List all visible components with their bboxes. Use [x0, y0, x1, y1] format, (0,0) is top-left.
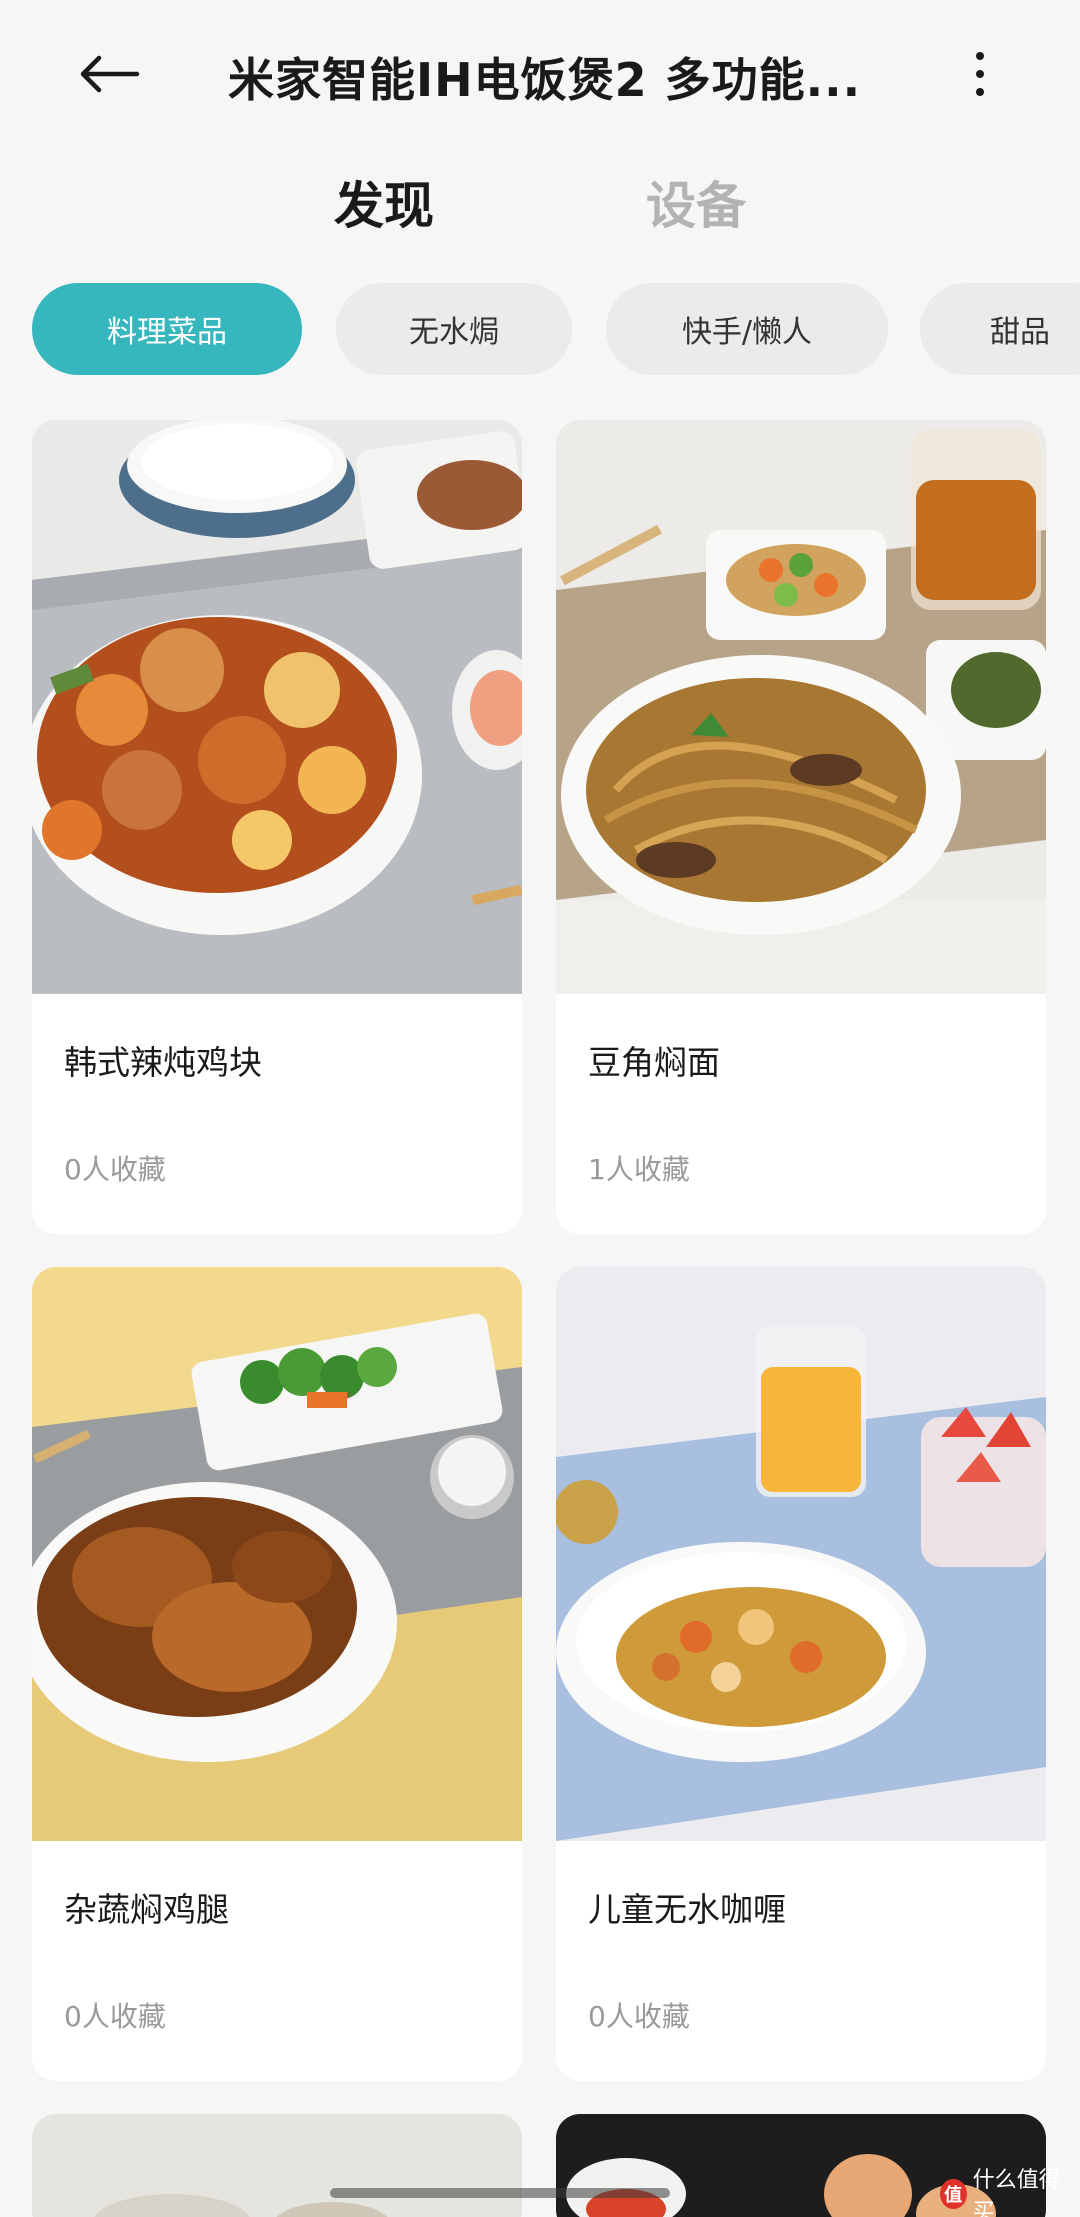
page-title: 米家智能IH电饭煲2 多功能...	[228, 53, 862, 107]
recipe-title: 杂蔬焖鸡腿	[64, 1890, 229, 1929]
watermark: 值 什么值得买	[940, 2168, 1070, 2217]
recipe-image	[32, 2114, 522, 2217]
favorite-count: 0人收藏	[64, 2000, 166, 2033]
recipe-title: 豆角焖面	[588, 1043, 720, 1082]
favorite-count: 0人收藏	[64, 1153, 166, 1186]
more-vertical-icon	[976, 52, 984, 60]
favorite-count: 1人收藏	[588, 1153, 690, 1186]
back-button[interactable]	[64, 36, 154, 112]
recipe-image	[556, 420, 1046, 994]
recipe-title: 韩式辣炖鸡块	[64, 1043, 262, 1082]
watermark-text: 什么值得买	[972, 2168, 1061, 2217]
chip-cuisine[interactable]: 料理菜品	[32, 283, 302, 375]
recipe-card[interactable]: 韩式辣炖鸡块 0人收藏	[32, 420, 522, 1234]
recipe-image	[32, 420, 522, 994]
recipe-card[interactable]: 杂蔬焖鸡腿 0人收藏	[32, 1267, 522, 2081]
recipe-discover-screen: 米家智能IH电饭煲2 多功能... 发现 设备 料理菜品 无水焗 快手/懒人 甜…	[0, 0, 1080, 2217]
arrow-left-icon	[80, 55, 140, 93]
watermark-logo-icon: 值	[940, 2179, 967, 2209]
recipe-card[interactable]: 豆角焖面 1人收藏	[556, 420, 1046, 1234]
chip-waterless-bake[interactable]: 无水焗	[336, 283, 572, 375]
favorite-count: 0人收藏	[588, 2000, 690, 2033]
recipe-card[interactable]: 儿童无水咖喱 0人收藏	[556, 1267, 1046, 2081]
recipe-image	[32, 1267, 522, 1841]
recipe-card[interactable]	[32, 2114, 522, 2217]
category-chips: 料理菜品 无水焗 快手/懒人 甜品	[0, 283, 1080, 375]
app-header: 米家智能IH电饭煲2 多功能...	[0, 0, 1080, 150]
home-indicator	[330, 2188, 670, 2198]
tab-discover[interactable]: 发现	[334, 166, 434, 238]
recipe-title: 儿童无水咖喱	[588, 1890, 786, 1929]
more-options-button[interactable]	[950, 36, 1010, 112]
tab-devices[interactable]: 设备	[646, 166, 746, 238]
chip-dessert[interactable]: 甜品	[920, 283, 1080, 375]
chip-quick-lazy[interactable]: 快手/懒人	[606, 283, 888, 375]
recipe-image	[556, 1267, 1046, 1841]
